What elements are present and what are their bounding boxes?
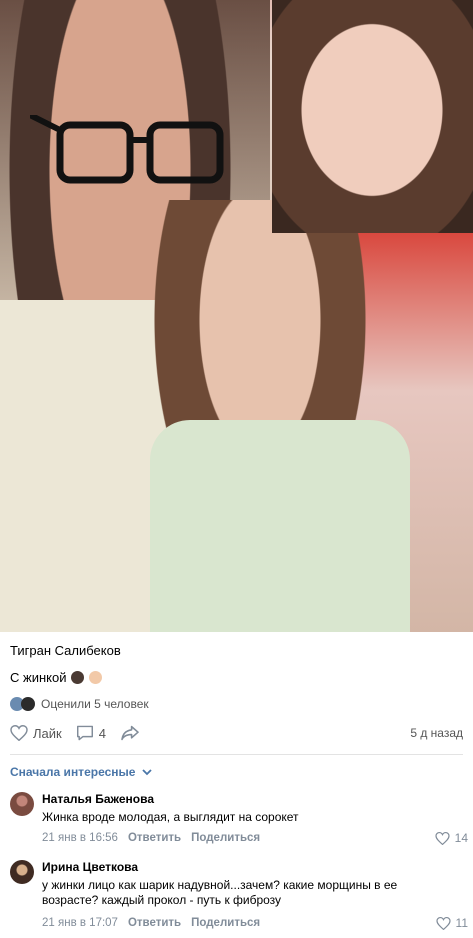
comment-author[interactable]: Наталья Баженова	[42, 792, 154, 806]
heart-icon	[10, 725, 28, 741]
comment-date[interactable]: 21 янв в 16:56	[42, 832, 118, 844]
comments-count: 4	[98, 725, 106, 741]
post-text: С жинкой	[10, 670, 67, 685]
comment-like-count: 11	[455, 916, 468, 930]
man-beard-emoji-icon	[71, 671, 85, 684]
share-button[interactable]	[120, 725, 145, 741]
rater-avatar	[21, 697, 35, 711]
comment-meta: 21 янв в 16:56 Ответить Поделиться	[42, 832, 270, 844]
chevron-down-icon	[142, 769, 153, 776]
comment-item: Наталья Баженова Жинка вроде молодая, а …	[10, 792, 468, 850]
comment-author[interactable]: Ирина Цветкова	[42, 860, 138, 874]
rated-text: Оценили 5 человек	[41, 697, 149, 711]
heart-icon	[435, 831, 450, 845]
comment-like-button[interactable]: 14	[435, 831, 468, 845]
comments-sort-dropdown[interactable]: Сначала интересные	[10, 765, 154, 779]
like-button[interactable]: Лайк	[10, 725, 62, 741]
post-photo[interactable]	[0, 0, 473, 632]
comment-date[interactable]: 21 янв в 17:07	[42, 917, 118, 929]
comments-button[interactable]: 4	[76, 725, 106, 741]
share-comment-button[interactable]: Поделиться	[191, 832, 260, 844]
heart-icon	[435, 916, 451, 930]
photo-woman-shirt	[150, 420, 410, 632]
like-label: Лайк	[33, 725, 62, 741]
share-comment-button[interactable]: Поделиться	[191, 917, 260, 929]
reply-button[interactable]: Ответить	[128, 832, 181, 844]
rated-row[interactable]: Оценили 5 человек	[10, 696, 149, 712]
comment-like-count: 14	[454, 831, 468, 845]
reply-button[interactable]: Ответить	[128, 917, 181, 929]
post-author[interactable]: Тигран Салибеков	[10, 643, 121, 658]
post-actions: Лайк 4 5 д назад	[10, 722, 463, 744]
photo-inset-closeup	[272, 0, 473, 233]
comment-item: Ирина Цветкова у жинки лицо как шарик на…	[10, 860, 468, 934]
post-time: 5 д назад	[410, 726, 463, 740]
photo-glasses	[30, 115, 224, 184]
avatar[interactable]	[10, 860, 34, 884]
post-text-line: С жинкой	[10, 670, 102, 685]
comment-text: у жинки лицо как шарик надувной...зачем?…	[42, 878, 398, 907]
avatar[interactable]	[10, 792, 34, 816]
share-arrow-icon	[121, 725, 139, 741]
sort-label: Сначала интересные	[10, 765, 136, 779]
comment-icon	[76, 725, 93, 741]
woman-emoji-icon	[88, 671, 102, 684]
comment-like-button[interactable]: 11	[435, 916, 468, 930]
divider	[10, 754, 463, 755]
comment-meta: 21 янв в 17:07 Ответить Поделиться	[42, 917, 270, 929]
comment-text: Жинка вроде молодая, а выглядит на сорок…	[42, 810, 299, 824]
